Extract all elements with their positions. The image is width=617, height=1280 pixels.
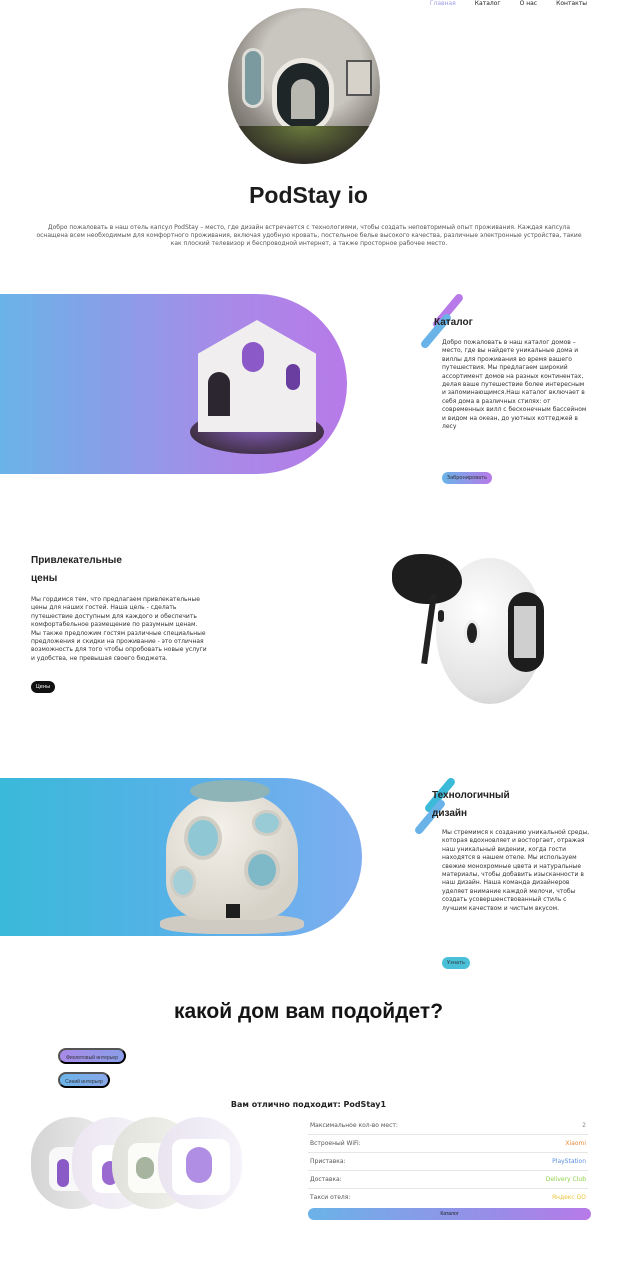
spec-value: Яндекс GO [551, 1194, 586, 1201]
spec-row-taxi: Такси отеля: Яндекс GO [308, 1189, 588, 1207]
prices-title-line2: цены [31, 573, 58, 584]
prices-button[interactable]: Цены [31, 681, 55, 693]
spec-row-delivery: Доставка: Delivery Club [308, 1171, 588, 1189]
spec-label: Доставка: [310, 1176, 342, 1183]
nav-link-catalog[interactable]: Каталог [475, 0, 501, 10]
spec-label: Такси отеля: [310, 1194, 351, 1201]
book-button[interactable]: Забронировать [442, 472, 492, 484]
design-house-image [160, 780, 310, 936]
nav-link-about[interactable]: О нас [520, 0, 538, 10]
spec-value: 2 [582, 1122, 586, 1129]
prices-text: Мы гордимся тем, что предлагаем привлека… [31, 596, 207, 662]
hero-title: PodStay io [249, 182, 368, 208]
nav-link-contacts[interactable]: Контакты [556, 0, 587, 10]
option-purple-interior[interactable]: Фиолетовый интерьер [58, 1048, 126, 1064]
spec-value: PlayStation [552, 1158, 586, 1165]
prices-title-line1: Привлекательные [31, 555, 122, 566]
spec-value: Xiaomi [565, 1140, 586, 1147]
catalog-title: Каталог [434, 317, 473, 328]
design-title-line2: дизайн [432, 808, 468, 819]
catalog-house-image [190, 298, 328, 468]
learn-more-button[interactable]: Узнать [442, 957, 470, 969]
spec-row-capacity: Максимальное кол-во мест: 2 [308, 1117, 588, 1135]
spec-label: Встроеный WiFi: [310, 1140, 361, 1147]
top-nav: Главная Каталог О нас Контакты [430, 0, 587, 10]
quiz-title: какой дом вам подойдет? [173, 1000, 444, 1023]
spec-row-console: Приставка: PlayStation [308, 1153, 588, 1171]
design-text: Мы стремимся к созданию уникальной среды… [442, 829, 590, 912]
hero-pod-image [228, 8, 380, 164]
option-blue-interior[interactable]: Синий интерьер [58, 1072, 110, 1088]
result-title: Вам отлично подходит: PodStay1 [230, 1100, 387, 1109]
nav-link-home[interactable]: Главная [430, 0, 456, 10]
catalog-text: Добро пожаловать в наш каталог домов – м… [442, 339, 587, 431]
spec-row-wifi: Встроеный WiFi: Xiaomi [308, 1135, 588, 1153]
catalog-button[interactable]: Каталог [308, 1208, 591, 1220]
spec-label: Максимальное кол-во мест: [310, 1122, 398, 1129]
hero-description: Добро пожаловать в наш отель капсул PodS… [36, 224, 582, 247]
design-title-line1: Технологичный [432, 790, 510, 801]
spec-value: Delivery Club [545, 1176, 586, 1183]
pod-thumb-4 [158, 1117, 242, 1209]
prices-house-image [392, 554, 552, 708]
spec-label: Приставка: [310, 1158, 346, 1165]
